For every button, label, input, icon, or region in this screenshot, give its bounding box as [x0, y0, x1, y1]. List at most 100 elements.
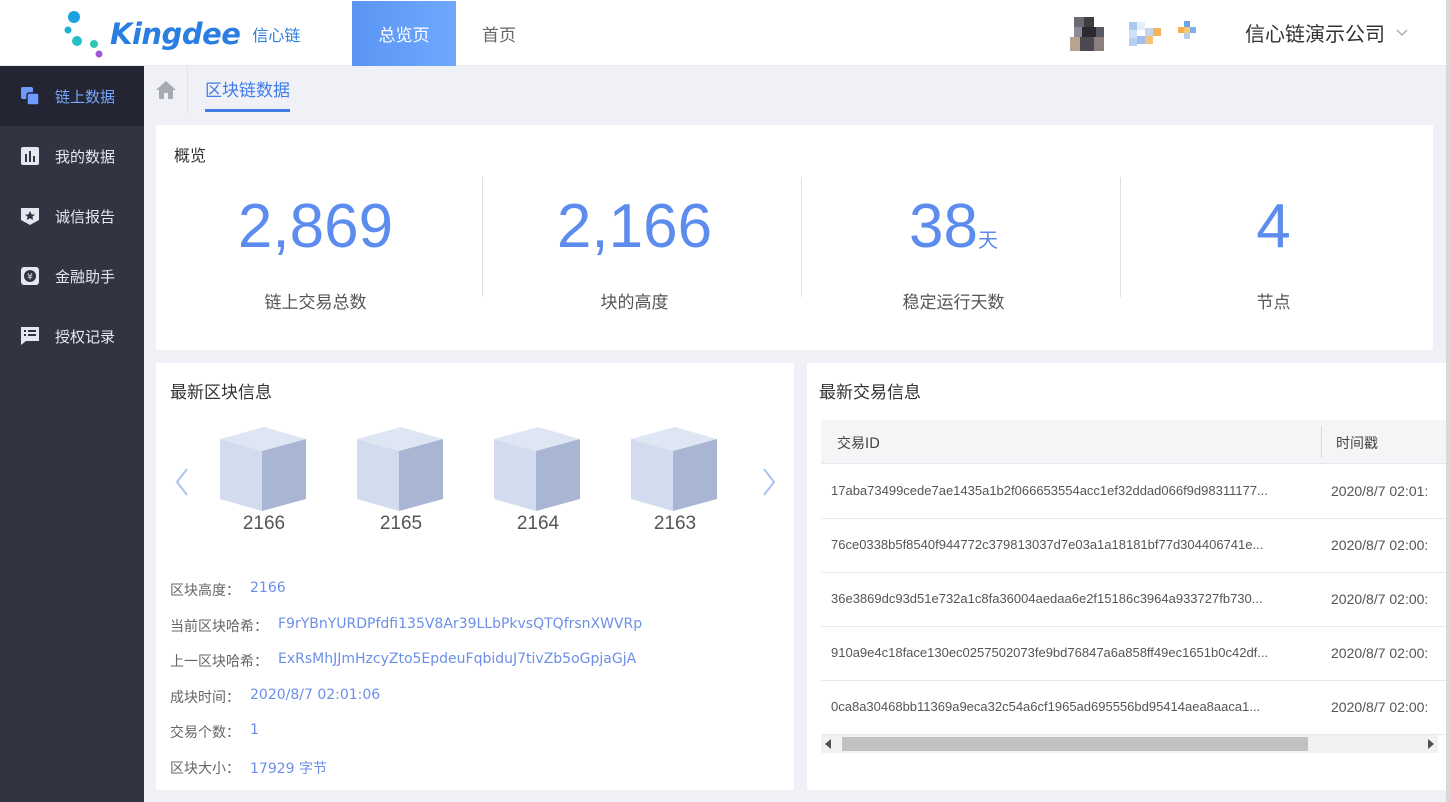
block-cube-icon[interactable]	[629, 425, 721, 513]
breadcrumb-current[interactable]: 区块链数据	[205, 76, 290, 112]
detail-value: 2020/8/7 02:01:06	[250, 687, 381, 703]
detail-value: 17929 字节	[250, 761, 327, 777]
timestamp-cell: 2020/8/7 02:01:	[1331, 483, 1429, 499]
table-row[interactable]: 17aba73499cede7ae1435a1b2f066653554acc1e…	[821, 465, 1450, 519]
avatar[interactable]	[1066, 13, 1108, 55]
stat-block-height: 2,166 块的高度	[475, 177, 794, 313]
table-row[interactable]: 76ce0338b5f8540f944772c379813037d7e03a1a…	[821, 519, 1450, 573]
sidebar-item-label: 我的数据	[55, 147, 116, 166]
detail-current-hash: 当前区块哈希： F9rYBnYURDPfdfi135V8Ar39LLbPkvsQ…	[170, 616, 642, 636]
svg-text:¥: ¥	[27, 273, 33, 283]
scroll-right-icon[interactable]	[1428, 739, 1434, 749]
column-header-tx-id[interactable]: 交易ID	[837, 433, 880, 453]
stat-nodes: 4 节点	[1114, 177, 1433, 313]
latest-transactions-panel: 最新交易信息 交易ID 时间戳 17aba73499cede7ae1435a1b…	[807, 363, 1450, 790]
detail-label: 当前区块哈希：	[170, 619, 268, 635]
timestamp-cell: 2020/8/7 02:00:	[1331, 645, 1429, 661]
table-row[interactable]: 910a9e4c18face130ec0257502073fe9bd76847a…	[821, 627, 1450, 681]
chevron-left-icon[interactable]	[174, 467, 190, 497]
tab-home[interactable]: 首页	[447, 1, 551, 66]
stat-label: 链上交易总数	[264, 293, 367, 313]
timestamp-cell: 2020/8/7 02:00:	[1331, 699, 1429, 715]
list-icon	[20, 326, 40, 346]
detail-value: 2166	[250, 580, 286, 596]
kingdee-logo[interactable]: Kingdee 信心链	[62, 8, 300, 60]
column-header-timestamp[interactable]: 时间戳	[1336, 433, 1378, 453]
block-number[interactable]: 2163	[629, 513, 721, 535]
detail-tx-count: 交易个数： 1	[170, 722, 259, 742]
stat-value: 4	[1114, 182, 1433, 286]
block-cube-icon[interactable]	[218, 425, 310, 513]
overview-panel: 概览 2,869 链上交易总数 2,166 块的高度 38天 稳定运行天数 4 …	[156, 125, 1433, 350]
detail-label: 上一区块哈希：	[170, 654, 268, 670]
tx-id-cell: 0ca8a30468bb11369a9eca32c54a6cf1965ad695…	[831, 699, 1261, 714]
stat-number: 38	[909, 192, 978, 261]
logo-subtitle: 信心链	[252, 26, 301, 45]
stat-total-transactions: 2,869 链上交易总数	[156, 177, 475, 313]
column-resize-handle[interactable]	[1321, 426, 1322, 458]
stat-label: 块的高度	[600, 293, 669, 313]
pixel-notification-icon[interactable]	[1178, 21, 1196, 41]
yen-icon: ¥	[20, 266, 40, 286]
scrollbar-thumb[interactable]	[842, 737, 1308, 751]
sidebar-item-chain-data[interactable]: 链上数据	[0, 66, 144, 126]
bar-chart-icon	[20, 146, 40, 166]
stat-label: 节点	[1256, 293, 1291, 313]
stat-value: 2,166	[475, 182, 794, 286]
top-bar: Kingdee 信心链 总览页 首页 信心链演示公司	[0, 0, 1450, 66]
chevron-down-icon	[1396, 29, 1408, 36]
tx-id-cell: 76ce0338b5f8540f944772c379813037d7e03a1a…	[831, 537, 1264, 552]
detail-label: 区块大小：	[170, 761, 240, 777]
home-icon	[155, 80, 176, 99]
block-cube-icon[interactable]	[355, 425, 447, 513]
block-number[interactable]: 2165	[355, 513, 447, 535]
stat-label: 稳定运行天数	[902, 293, 1005, 313]
panel-title: 最新交易信息	[819, 383, 921, 403]
scroll-left-icon[interactable]	[825, 739, 831, 749]
logo-wordmark: Kingdee	[110, 17, 241, 51]
sidebar-item-label: 链上数据	[55, 87, 116, 106]
page-scrollbar[interactable]	[1446, 0, 1450, 802]
stat-number: 4	[1256, 192, 1291, 261]
detail-value: ExRsMhJJmHzcyZto5EpdeuFqbiduJ7tivZb5oGpj…	[278, 651, 637, 667]
tx-id-cell: 910a9e4c18face130ec0257502073fe9bd76847a…	[831, 645, 1269, 660]
company-selector[interactable]: 信心链演示公司	[1245, 18, 1409, 47]
company-name: 信心链演示公司	[1245, 22, 1385, 46]
sidebar-item-label: 金融助手	[55, 267, 116, 286]
panel-title: 最新区块信息	[170, 383, 272, 403]
detail-value: 1	[250, 722, 259, 738]
detail-value: F9rYBnYURDPfdfi135V8Ar39LLbPkvsQTQfrsnXW…	[278, 616, 643, 632]
block-number[interactable]: 2166	[218, 513, 310, 535]
sidebar-item-my-data[interactable]: 我的数据	[0, 126, 144, 186]
block-cube-icon[interactable]	[492, 425, 584, 513]
sidebar-item-label: 授权记录	[55, 327, 116, 346]
home-button[interactable]	[144, 66, 188, 113]
horizontal-scrollbar[interactable]	[821, 735, 1438, 753]
sidebar-item-auth-records[interactable]: 授权记录	[0, 306, 144, 366]
overview-title: 概览	[174, 146, 207, 165]
sidebar-item-credit-report[interactable]: 诚信报告	[0, 186, 144, 246]
latest-blocks-panel: 最新区块信息 2166 2165 2164 2163 区块高度： 2166 当前…	[156, 363, 794, 790]
tab-overview[interactable]: 总览页	[352, 1, 456, 66]
detail-label: 交易个数：	[170, 725, 240, 741]
tx-id-cell: 17aba73499cede7ae1435a1b2f066653554acc1e…	[831, 483, 1268, 498]
detail-block-size: 区块大小： 17929 字节	[170, 758, 327, 778]
stat-unit: 天	[977, 230, 998, 252]
chain-data-icon	[20, 86, 40, 106]
pixel-badge-icon[interactable]	[1129, 20, 1163, 48]
table-header: 交易ID 时间戳	[821, 420, 1450, 464]
sidebar-item-finance-assistant[interactable]: ¥ 金融助手	[0, 246, 144, 306]
stat-number: 2,869	[237, 192, 394, 261]
stat-running-days: 38天 稳定运行天数	[794, 177, 1113, 313]
table-row[interactable]: 0ca8a30468bb11369a9eca32c54a6cf1965ad695…	[821, 681, 1450, 735]
tx-id-cell: 36e3869dc93d51e732a1c8fa36004aedaa6e2f15…	[831, 591, 1263, 606]
detail-block-time: 成块时间： 2020/8/7 02:01:06	[170, 687, 380, 707]
detail-block-height: 区块高度： 2166	[170, 580, 286, 600]
breadcrumb: 区块链数据	[144, 66, 1450, 113]
star-badge-icon	[20, 206, 40, 226]
table-row[interactable]: 36e3869dc93d51e732a1c8fa36004aedaa6e2f15…	[821, 573, 1450, 627]
timestamp-cell: 2020/8/7 02:00:	[1331, 591, 1429, 607]
block-number[interactable]: 2164	[492, 513, 584, 535]
logo-dots-icon	[64, 11, 103, 58]
chevron-right-icon[interactable]	[761, 467, 777, 497]
